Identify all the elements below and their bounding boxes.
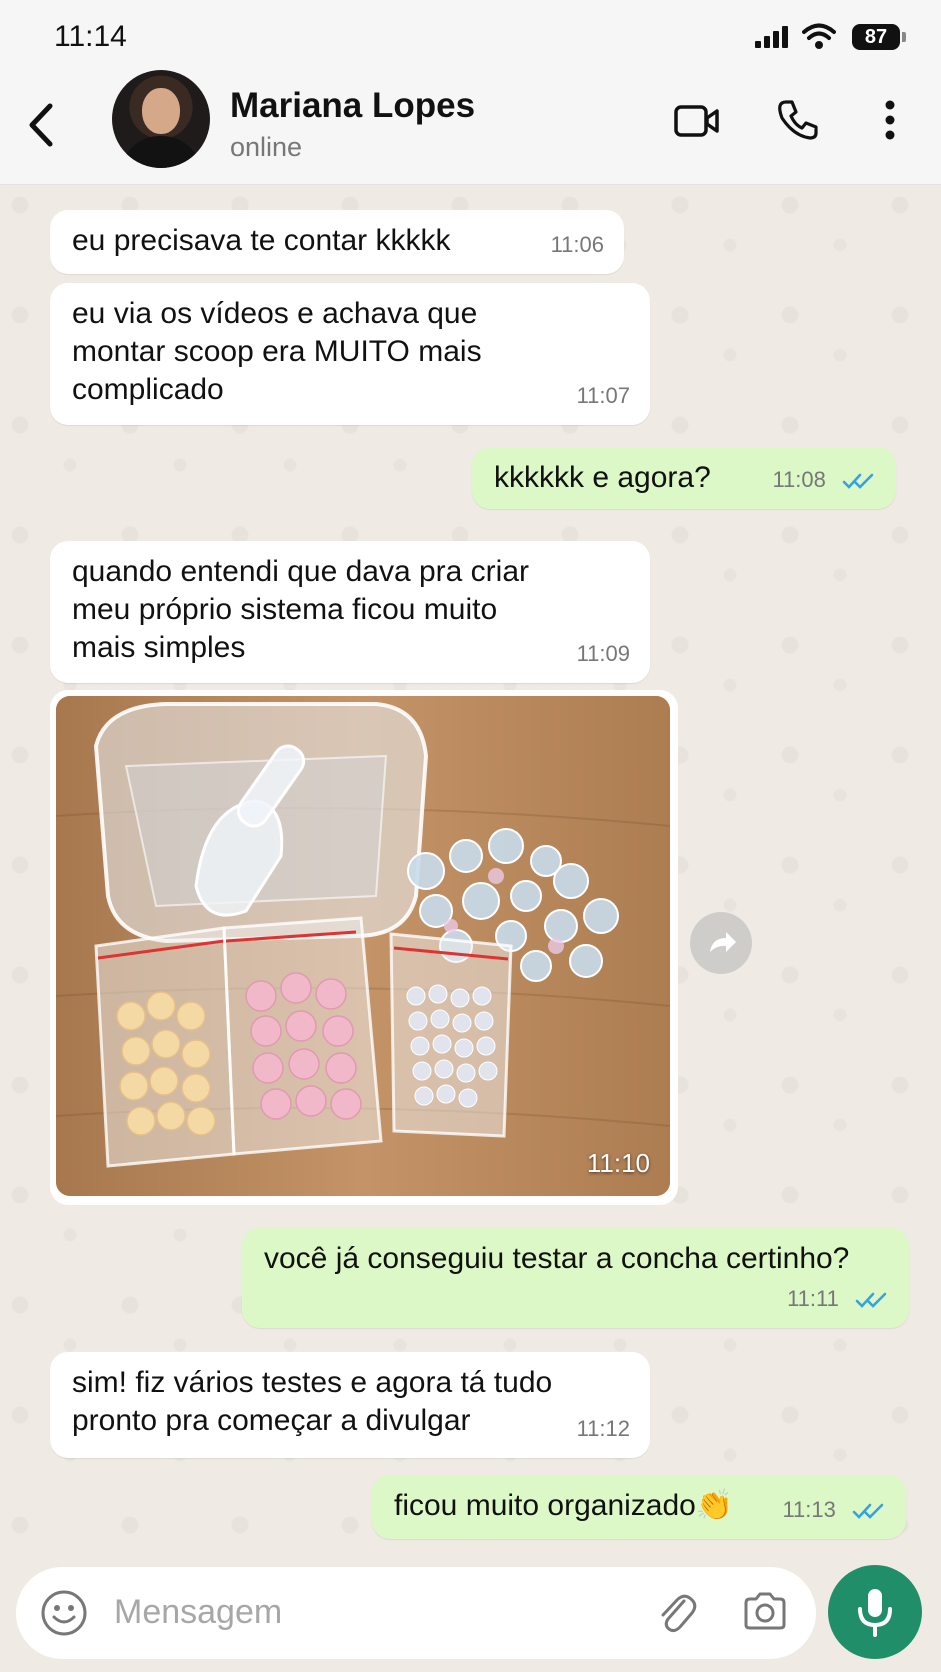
status-time: 11:14 xyxy=(54,20,127,53)
message-text: ficou muito organizado👏 xyxy=(394,1489,734,1522)
message-text: sim! fiz vários testes e agora tá tudo p… xyxy=(72,1366,553,1437)
contact-name[interactable]: Mariana Lopes xyxy=(230,86,475,126)
video-call-icon[interactable] xyxy=(674,104,720,138)
composer-bar: Mensagem xyxy=(0,1557,941,1672)
contact-avatar[interactable] xyxy=(112,70,210,168)
battery-indicator: 87 xyxy=(852,24,900,50)
message-meta: 11:08 xyxy=(772,461,876,499)
message-time: 11:06 xyxy=(550,232,604,257)
forward-button[interactable] xyxy=(690,912,752,974)
message-text: quando entendi que dava pra criar meu pr… xyxy=(72,555,530,664)
message-bubble-incoming[interactable]: quando entendi que dava pra criar meu pr… xyxy=(50,541,650,683)
message-text: kkkkkk e agora? xyxy=(494,461,711,494)
forward-icon xyxy=(710,932,736,952)
battery-tip xyxy=(902,32,906,42)
message-bubble-outgoing[interactable]: ficou muito organizado👏 11:13 xyxy=(372,1475,906,1539)
message-meta: 11:11 xyxy=(787,1280,889,1318)
avatar-body xyxy=(120,136,202,168)
attach-icon[interactable] xyxy=(654,1589,698,1637)
status-bar: 11:14 87 xyxy=(0,0,941,74)
message-placeholder: Mensagem xyxy=(114,1593,283,1631)
wifi-icon xyxy=(802,23,836,49)
photo-illustration xyxy=(56,696,670,1196)
message-text: você já conseguiu testar a concha certin… xyxy=(264,1242,850,1275)
message-bubble-outgoing[interactable]: você já conseguiu testar a concha certin… xyxy=(242,1228,909,1328)
message-bubble-incoming[interactable]: eu via os vídeos e achava que montar sco… xyxy=(50,283,650,425)
signal-icon xyxy=(755,26,788,48)
image-time: 11:10 xyxy=(586,1148,650,1178)
avatar-face xyxy=(142,88,180,134)
more-options-icon[interactable] xyxy=(884,100,896,140)
photo-scoop-supplies[interactable] xyxy=(56,696,670,1196)
message-input[interactable]: Mensagem xyxy=(16,1567,816,1659)
image-message[interactable]: 11:10 xyxy=(50,690,678,1205)
message-time: 11:12 xyxy=(576,1416,630,1441)
emoji-icon[interactable] xyxy=(40,1589,88,1637)
voice-record-button[interactable] xyxy=(828,1565,922,1659)
message-time: 11:07 xyxy=(576,383,630,408)
message-meta: 11:13 xyxy=(782,1491,886,1529)
read-ticks-icon xyxy=(855,1292,887,1309)
message-text: eu precisava te contar kkkkk xyxy=(72,224,451,257)
message-time: 11:11 xyxy=(787,1286,839,1311)
chat-header: Mariana Lopes online xyxy=(0,70,941,185)
message-time: 11:13 xyxy=(782,1497,836,1522)
message-time: 11:09 xyxy=(576,641,630,666)
voice-call-icon[interactable] xyxy=(776,98,820,142)
message-time: 11:08 xyxy=(772,467,826,492)
read-ticks-icon xyxy=(842,473,874,490)
message-bubble-outgoing[interactable]: kkkkkk e agora? 11:08 xyxy=(472,447,896,509)
read-ticks-icon xyxy=(852,1503,884,1520)
back-arrow-icon[interactable] xyxy=(26,102,56,148)
camera-icon[interactable] xyxy=(742,1591,788,1631)
message-text: eu via os vídeos e achava que montar sco… xyxy=(72,297,482,406)
presence-status: online xyxy=(230,132,303,162)
microphone-icon xyxy=(858,1589,892,1637)
message-bubble-incoming[interactable]: sim! fiz vários testes e agora tá tudo p… xyxy=(50,1352,650,1458)
message-bubble-incoming[interactable]: eu precisava te contar kkkkk 11:06 xyxy=(50,210,624,274)
